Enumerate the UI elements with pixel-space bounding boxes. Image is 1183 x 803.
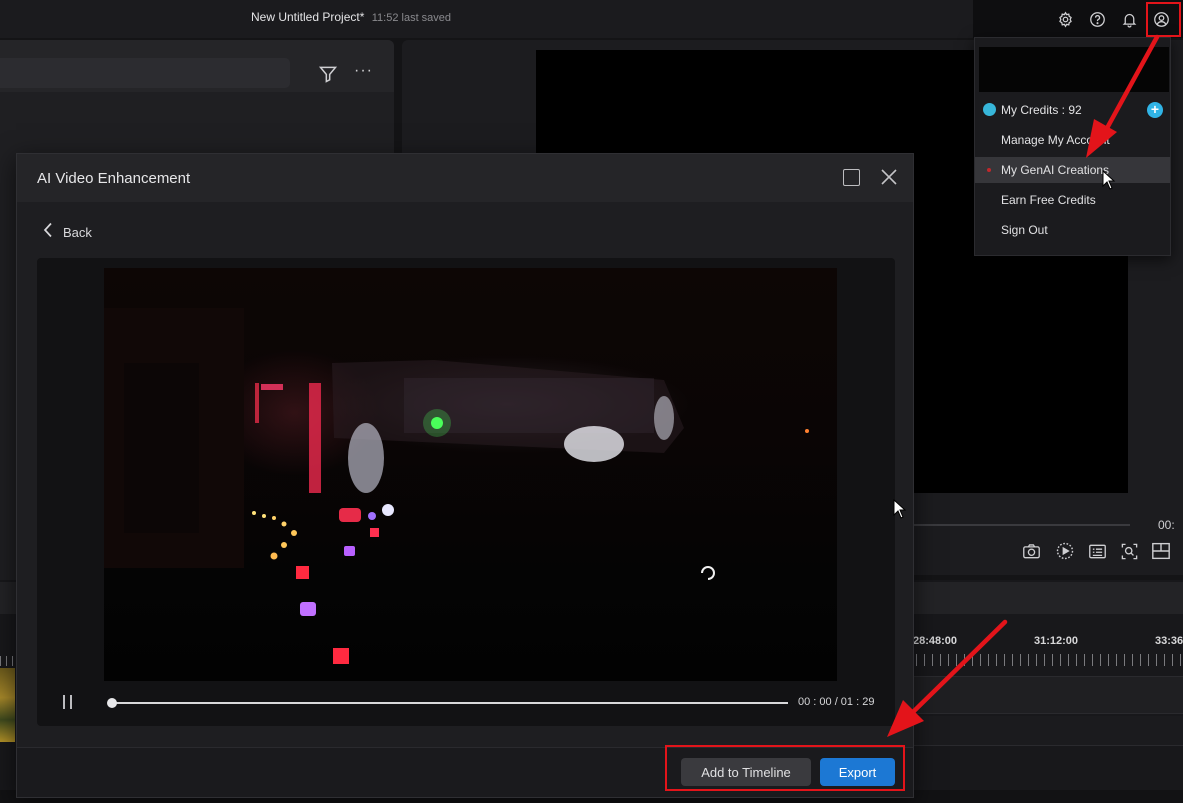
timeline-ruler[interactable] xyxy=(900,654,1183,666)
menu-item-sign-out[interactable]: Sign Out xyxy=(975,217,1170,243)
project-title: New Untitled Project* 11:52 last saved xyxy=(251,10,451,24)
layout-icon[interactable] xyxy=(1150,540,1172,562)
chevron-left-icon xyxy=(43,222,53,243)
maximize-icon[interactable] xyxy=(843,169,860,186)
menu-item-genai-creations[interactable]: My GenAI Creations xyxy=(975,157,1170,183)
video-scene xyxy=(104,308,809,664)
timeline-video-track[interactable] xyxy=(900,676,1183,714)
video-player: 00 : 00 / 01 : 29 xyxy=(37,258,895,726)
menu-item-credits[interactable]: My Credits : 92 + xyxy=(975,97,1170,123)
credits-label: My Credits : 92 xyxy=(1001,103,1082,117)
pause-icon[interactable] xyxy=(62,695,74,709)
credits-icon xyxy=(983,103,996,116)
ai-video-enhancement-dialog: AI Video Enhancement Back 00: 00 / 01:… xyxy=(16,153,914,798)
help-icon[interactable] xyxy=(1088,10,1106,28)
dialog-title: AI Video Enhancement xyxy=(37,170,191,187)
add-to-timeline-button[interactable]: Add to Timeline xyxy=(681,758,811,786)
ruler-label: 33:36 xyxy=(1155,635,1183,647)
ruler-label: 28:48:00 xyxy=(913,635,958,647)
zoom-icon[interactable] xyxy=(1118,540,1140,562)
media-search-input[interactable] xyxy=(0,58,290,88)
account-dropdown-menu: My Credits : 92 + Manage My Account My G… xyxy=(974,37,1171,256)
dialog-header: AI Video Enhancement xyxy=(17,154,913,202)
timeline-ruler-left[interactable] xyxy=(0,656,16,666)
notification-dot-icon xyxy=(987,168,991,172)
timeline-clip[interactable] xyxy=(0,668,15,742)
video-frame[interactable] xyxy=(104,268,837,681)
ruler-label: 31:12:00 xyxy=(1034,635,1079,647)
playback-speed-icon[interactable] xyxy=(1054,540,1076,562)
preview-scrubber[interactable] xyxy=(912,524,1130,526)
project-name: New Untitled Project* xyxy=(251,10,365,24)
top-bar: New Untitled Project* 11:52 last saved xyxy=(0,0,1183,38)
account-icon[interactable] xyxy=(1152,10,1170,28)
playback-time: 00 : 00 / 01 : 29 xyxy=(798,696,875,708)
timeline-audio-track[interactable] xyxy=(900,716,1183,746)
snapshot-icon[interactable] xyxy=(1020,540,1042,562)
close-icon[interactable] xyxy=(879,167,899,187)
menu-item-manage-account[interactable]: Manage My Account xyxy=(975,127,1170,153)
bell-icon[interactable] xyxy=(1120,10,1138,28)
filter-icon[interactable] xyxy=(318,64,338,89)
more-options-icon[interactable]: ··· xyxy=(354,62,373,80)
back-label: Back xyxy=(63,224,92,240)
seek-bar[interactable] xyxy=(112,702,788,704)
add-credits-icon[interactable]: + xyxy=(1147,102,1163,118)
gear-icon[interactable] xyxy=(1056,10,1074,28)
back-button[interactable]: Back xyxy=(43,222,92,242)
account-banner xyxy=(979,47,1169,92)
subtitles-icon[interactable] xyxy=(1086,540,1108,562)
preview-time: 00: xyxy=(1158,518,1175,532)
menu-item-label: My GenAI Creations xyxy=(1001,163,1110,177)
menu-item-earn-credits[interactable]: Earn Free Credits xyxy=(975,187,1170,213)
export-button[interactable]: Export xyxy=(820,758,895,786)
seek-thumb[interactable] xyxy=(107,698,117,708)
top-icons-area xyxy=(973,0,1183,38)
save-status: 11:52 last saved xyxy=(371,12,452,24)
